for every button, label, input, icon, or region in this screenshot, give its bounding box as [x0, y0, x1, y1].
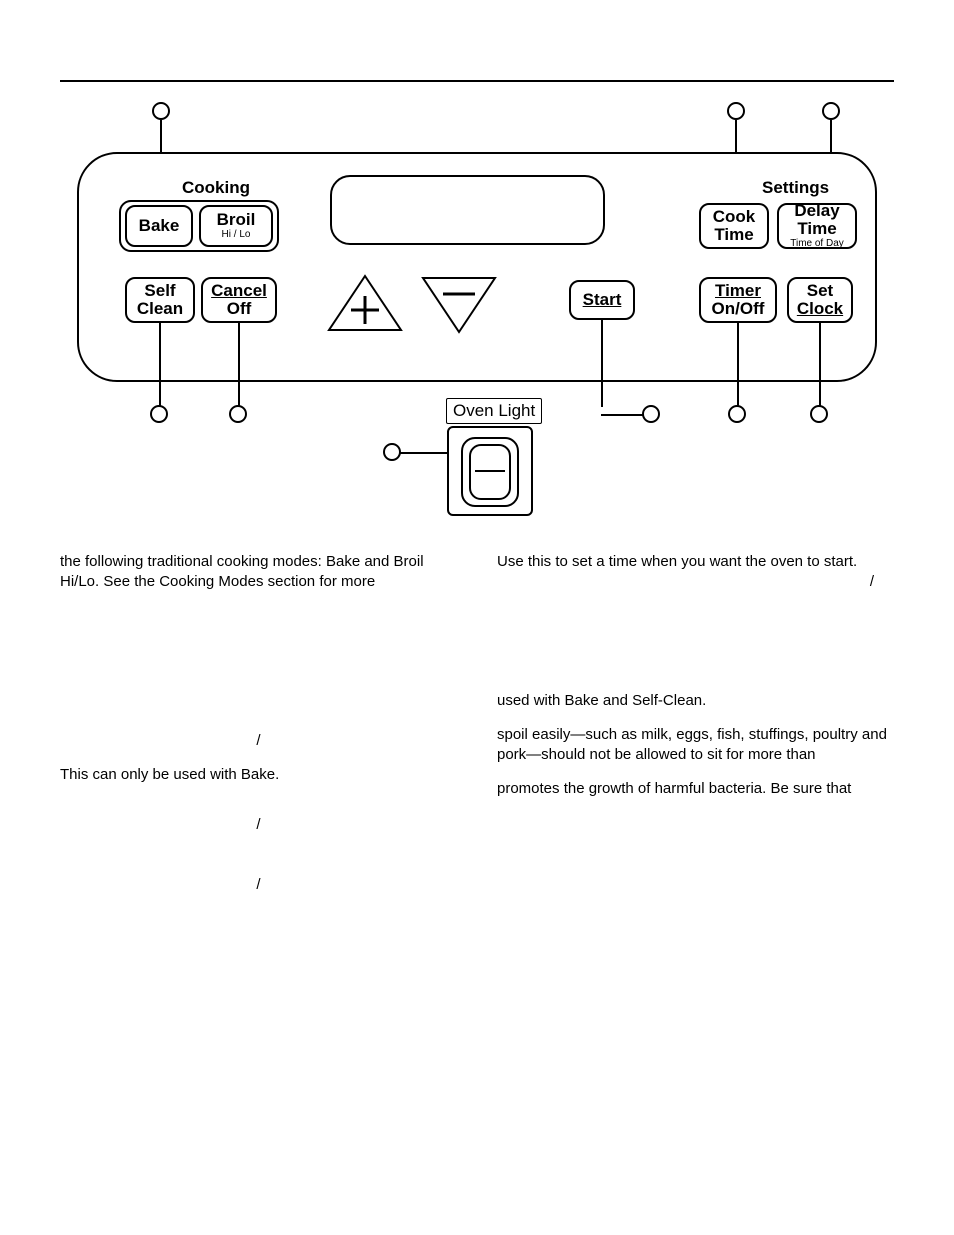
broil-sublabel: Hi / Lo	[222, 230, 251, 241]
timer-button[interactable]: Timer On/Off	[699, 277, 777, 323]
callout-marker	[728, 405, 746, 423]
callout-stem	[601, 320, 603, 407]
description-columns: the following traditional cooking modes:…	[60, 552, 894, 910]
callout-marker	[383, 443, 401, 461]
self-clean-button[interactable]: Self Clean	[125, 277, 195, 323]
callout-marker	[810, 405, 828, 423]
body-text: Use this to set a time when you want the…	[497, 553, 857, 570]
body-text: the following traditional cooking modes:…	[60, 552, 457, 593]
callout-stem	[819, 323, 821, 407]
right-column: Use this to set a time when you want the…	[497, 552, 894, 910]
broil-label: Broil	[217, 211, 256, 229]
broil-button[interactable]: Broil Hi / Lo	[199, 205, 273, 247]
body-text: spoil easily—such as milk, eggs, fish, s…	[497, 725, 894, 766]
cook-time-button[interactable]: Cook Time	[699, 203, 769, 249]
settings-section-label: Settings	[762, 178, 829, 198]
oven-light-label: Oven Light	[446, 398, 542, 424]
slash: /	[256, 876, 260, 893]
callout-marker	[727, 102, 745, 120]
left-column: the following traditional cooking modes:…	[60, 552, 457, 910]
switch-separator	[475, 470, 505, 472]
callout-marker	[152, 102, 170, 120]
callout-stem	[159, 323, 161, 407]
rule-top	[60, 80, 894, 82]
bake-label: Bake	[139, 217, 180, 235]
control-panel-diagram: Cooking Settings Bake Broil Hi / Lo Cook…	[77, 102, 877, 522]
callout-marker	[229, 405, 247, 423]
callout-stem	[830, 120, 832, 154]
callout-stem	[737, 323, 739, 407]
callout-stem	[735, 120, 737, 154]
set-clock-button[interactable]: Set Clock	[787, 277, 853, 323]
callout-marker	[642, 405, 660, 423]
cancel-off-button[interactable]: Cancel Off	[201, 277, 277, 323]
oven-light-switch-inner	[469, 444, 511, 500]
bake-button[interactable]: Bake	[125, 205, 193, 247]
oven-display	[330, 175, 605, 245]
body-text: promotes the growth of harmful bacteria.…	[497, 779, 894, 799]
callout-stem	[160, 120, 162, 154]
cooking-section-label: Cooking	[182, 178, 250, 198]
body-text: used with Bake and Self-Clean.	[497, 691, 894, 711]
delay-time-button[interactable]: Delay Time Time of Day	[777, 203, 857, 249]
decrease-button[interactable]	[415, 270, 503, 340]
callout-marker	[150, 405, 168, 423]
callout-stem	[399, 452, 447, 454]
start-button[interactable]: Start	[569, 280, 635, 320]
callout-stem	[238, 323, 240, 407]
callout-marker	[822, 102, 840, 120]
slash: /	[256, 732, 260, 749]
increase-button[interactable]	[321, 270, 409, 340]
body-text: This can only be used with Bake.	[60, 765, 457, 785]
callout-stem	[601, 414, 643, 416]
slash: /	[256, 816, 260, 833]
slash: /	[497, 572, 894, 592]
